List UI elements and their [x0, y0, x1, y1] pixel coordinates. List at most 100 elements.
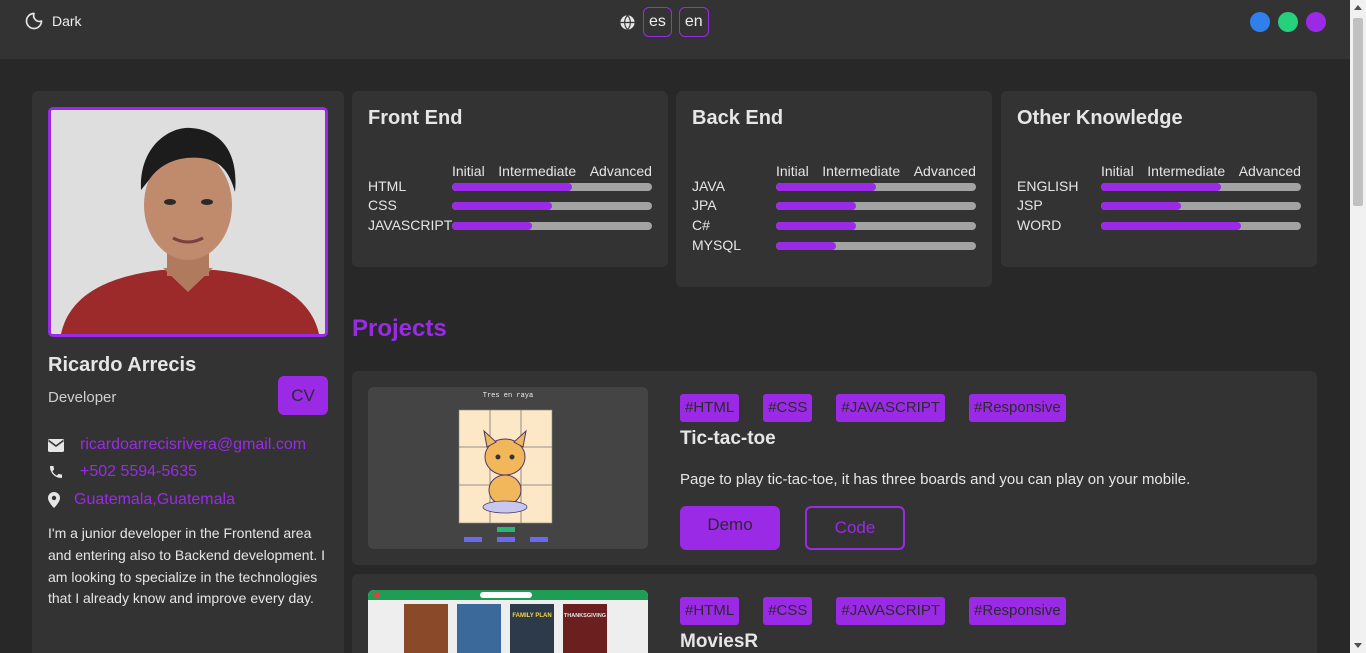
- lang-es-button[interactable]: es: [643, 7, 672, 37]
- backend-skills-card: Back End Initial Intermediate Advanced J…: [676, 91, 992, 287]
- theme-toggle[interactable]: Dark: [24, 11, 82, 31]
- skill-bar: [776, 183, 976, 191]
- scroll-down-arrow-icon[interactable]: [1354, 643, 1362, 648]
- project-description: Page to play tic-tac-toe, it has three b…: [680, 471, 1191, 488]
- project-preview-image[interactable]: FAMILY PLAN THANKSGIVING: [368, 590, 648, 653]
- tag-badge: #JAVASCRIPT: [836, 394, 946, 422]
- color-blue-button[interactable]: [1250, 12, 1270, 32]
- project-card: Tres en raya #HTML #CSS #JAVASCRIPT #Res…: [352, 371, 1317, 565]
- skill-label: ENGLISH: [1017, 178, 1079, 194]
- skill-bar: [1101, 222, 1301, 230]
- skill-levels-header: Initial Intermediate Advanced: [776, 163, 976, 179]
- skill-row: MYSQL: [692, 237, 976, 255]
- projects-heading: Projects: [352, 315, 447, 342]
- skill-row: CSS: [368, 197, 652, 215]
- skill-label: CSS: [368, 197, 397, 213]
- backend-title: Back End: [692, 107, 784, 129]
- tag-badge: #CSS: [763, 597, 813, 625]
- email-link[interactable]: ricardoarrecisrivera@gmail.com: [80, 436, 306, 454]
- level-advanced: Advanced: [913, 163, 976, 179]
- skill-label: JSP: [1017, 197, 1043, 213]
- location-link[interactable]: Guatemala,Guatemala: [74, 491, 235, 509]
- map-pin-icon: [48, 492, 60, 508]
- skill-label: C#: [692, 217, 710, 233]
- level-initial: Initial: [776, 163, 809, 179]
- location-row: Guatemala,Guatemala: [48, 491, 235, 509]
- skill-bar-fill: [1101, 222, 1241, 230]
- tag-badge: #Responsive: [969, 597, 1066, 625]
- color-picker: [1250, 12, 1326, 32]
- skill-label: MYSQL: [692, 237, 742, 253]
- skill-bar-fill: [452, 183, 572, 191]
- scrollbar-thumb[interactable]: [1353, 18, 1363, 206]
- skill-row: JAVA: [692, 178, 976, 196]
- profile-name: Ricardo Arrecis: [48, 354, 197, 376]
- level-initial: Initial: [452, 163, 485, 179]
- skill-bar: [452, 183, 652, 191]
- skill-row: ENGLISH: [1017, 178, 1301, 196]
- skill-label: JAVA: [692, 178, 725, 194]
- skill-label: HTML: [368, 178, 407, 194]
- poster-title: FAMILY PLAN: [512, 613, 551, 619]
- language-switcher: es en: [619, 7, 709, 37]
- poster-title: THANKSGIVING: [564, 613, 606, 619]
- skill-row: WORD: [1017, 217, 1301, 235]
- skill-bar: [1101, 183, 1301, 191]
- skill-label: WORD: [1017, 217, 1062, 233]
- skill-bar: [452, 222, 652, 230]
- skill-row: JPA: [692, 197, 976, 215]
- frontend-title: Front End: [368, 107, 463, 129]
- skill-bar-fill: [452, 202, 552, 210]
- skill-row: JSP: [1017, 197, 1301, 215]
- level-intermediate: Intermediate: [498, 163, 577, 179]
- color-green-button[interactable]: [1278, 12, 1298, 32]
- project-preview-image[interactable]: Tres en raya: [368, 387, 648, 549]
- skill-label: JPA: [692, 197, 717, 213]
- skill-levels-header: Initial Intermediate Advanced: [452, 163, 652, 179]
- project-title: MoviesR: [680, 631, 759, 652]
- frontend-skills-card: Front End Initial Intermediate Advanced …: [352, 91, 668, 267]
- other-title: Other Knowledge: [1017, 107, 1183, 129]
- globe-icon: [620, 14, 635, 30]
- preview-caption: Tres en raya: [483, 392, 533, 400]
- project-card: FAMILY PLAN THANKSGIVING #HTML #CSS #JAV…: [352, 574, 1317, 653]
- project-tags: #HTML #CSS #JAVASCRIPT #Responsive: [680, 597, 1066, 625]
- top-bar: Dark es en: [0, 0, 1350, 59]
- page-scrollbar[interactable]: [1350, 0, 1366, 653]
- tag-badge: #HTML: [680, 597, 740, 625]
- project-title: Tic-tac-toe: [680, 428, 776, 449]
- skill-levels-header: Initial Intermediate Advanced: [1101, 163, 1301, 179]
- demo-button[interactable]: Demo: [680, 506, 780, 550]
- envelope-icon: [48, 438, 64, 452]
- skill-bar-fill: [452, 222, 532, 230]
- phone-link[interactable]: +502 5594-5635: [80, 463, 197, 481]
- skill-bar: [776, 242, 976, 250]
- scroll-up-arrow-icon[interactable]: [1354, 5, 1362, 10]
- skill-bar-fill: [776, 183, 876, 191]
- skill-bar-fill: [1101, 183, 1221, 191]
- skill-row: C#: [692, 217, 976, 235]
- skill-bar: [452, 202, 652, 210]
- level-intermediate: Intermediate: [822, 163, 901, 179]
- profile-card: Ricardo Arrecis Developer CV ricardoarre…: [32, 91, 344, 653]
- other-skills-card: Other Knowledge Initial Intermediate Adv…: [1001, 91, 1317, 267]
- level-initial: Initial: [1101, 163, 1134, 179]
- skill-label: JAVASCRIPT: [368, 217, 453, 233]
- skill-bar: [1101, 202, 1301, 210]
- skill-row: HTML: [368, 178, 652, 196]
- level-intermediate: Intermediate: [1147, 163, 1226, 179]
- skill-bar-fill: [776, 222, 856, 230]
- lang-en-button[interactable]: en: [678, 7, 709, 37]
- skill-bar: [776, 202, 976, 210]
- phone-row: +502 5594-5635: [48, 463, 197, 481]
- cv-button[interactable]: CV: [278, 376, 328, 415]
- code-button[interactable]: Code: [805, 506, 905, 550]
- tag-badge: #CSS: [763, 394, 813, 422]
- level-advanced: Advanced: [1238, 163, 1301, 179]
- tag-badge: #JAVASCRIPT: [836, 597, 946, 625]
- theme-label: Dark: [52, 13, 82, 29]
- color-purple-button[interactable]: [1306, 12, 1326, 32]
- project-tags: #HTML #CSS #JAVASCRIPT #Responsive: [680, 394, 1066, 422]
- profile-photo: [48, 107, 328, 337]
- skill-bar: [776, 222, 976, 230]
